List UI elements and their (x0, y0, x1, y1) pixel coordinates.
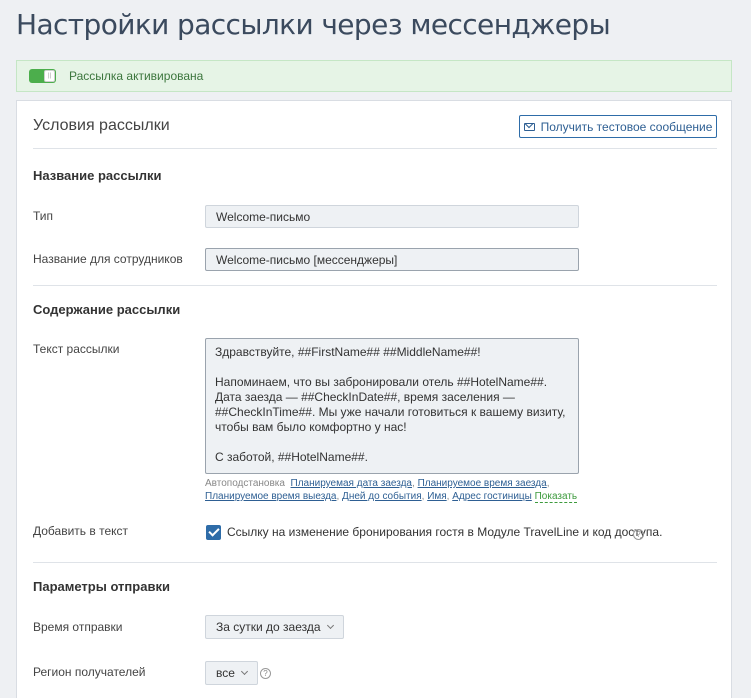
show-more-link[interactable]: Показать (534, 491, 578, 503)
type-label: Тип (33, 209, 54, 223)
recipient-region-label: Регион получателей (33, 665, 146, 679)
chevron-down-icon (240, 667, 248, 676)
activation-alert: || Рассылка активирована (16, 60, 732, 92)
type-field: Welcome-письмо (205, 205, 579, 228)
autosub-label: Автоподстановка (205, 478, 285, 489)
envelope-icon (523, 122, 535, 131)
staff-name-field[interactable]: Welcome-письмо [мессенджеры] (205, 248, 579, 271)
alert-text: Рассылка активирована (69, 69, 204, 83)
chevron-down-icon (326, 621, 334, 630)
send-time-label: Время отправки (33, 620, 123, 634)
panel-header: Условия рассылки Получить тестовое сообщ… (33, 101, 717, 149)
send-time-select[interactable]: За сутки до заезда (205, 615, 344, 639)
send-time-value: За сутки до заезда (216, 620, 321, 634)
question-circle-icon[interactable]: ? (260, 668, 271, 679)
autosubstitution: Автоподстановка Планируемая дата заезда,… (205, 478, 578, 503)
booking-link-checkbox-label[interactable]: Ссылку на изменение бронирования гостя в… (227, 525, 662, 539)
autosub-link[interactable]: Имя (427, 491, 446, 502)
autosub-link[interactable]: Планируемое время выезда (205, 491, 336, 502)
content-section-title: Содержание рассылки (33, 302, 181, 317)
message-text-area[interactable]: Здравствуйте, ##FirstName## ##MiddleName… (205, 338, 579, 474)
divider (33, 562, 717, 563)
add-to-text-label: Добавить в текст (33, 524, 128, 538)
settings-panel: Условия рассылки Получить тестовое сообщ… (16, 100, 732, 698)
recipient-region-select[interactable]: все (205, 661, 258, 685)
question-circle-icon[interactable]: ? (633, 529, 644, 540)
autosub-link[interactable]: Планируемая дата заезда (291, 478, 412, 489)
page-title: Настройки рассылки через мессенджеры (16, 8, 611, 41)
get-test-message-button[interactable]: Получить тестовое сообщение (519, 115, 717, 138)
staff-name-label: Название для сотрудников (33, 252, 183, 266)
test-button-label: Получить тестовое сообщение (540, 119, 713, 134)
message-text-label: Текст рассылки (33, 342, 120, 356)
autosub-link[interactable]: Адрес гостиницы (452, 491, 532, 502)
send-section-title: Параметры отправки (33, 579, 170, 594)
autosub-link[interactable]: Планируемое время заезда (418, 478, 547, 489)
region-value: все (216, 666, 235, 680)
panel-title: Условия рассылки (33, 117, 170, 134)
booking-link-checkbox[interactable] (206, 525, 221, 540)
toggle-on-icon[interactable]: || (29, 69, 56, 83)
divider (33, 285, 717, 286)
autosub-link[interactable]: Дней до события (342, 491, 422, 502)
name-section-title: Название рассылки (33, 168, 162, 183)
